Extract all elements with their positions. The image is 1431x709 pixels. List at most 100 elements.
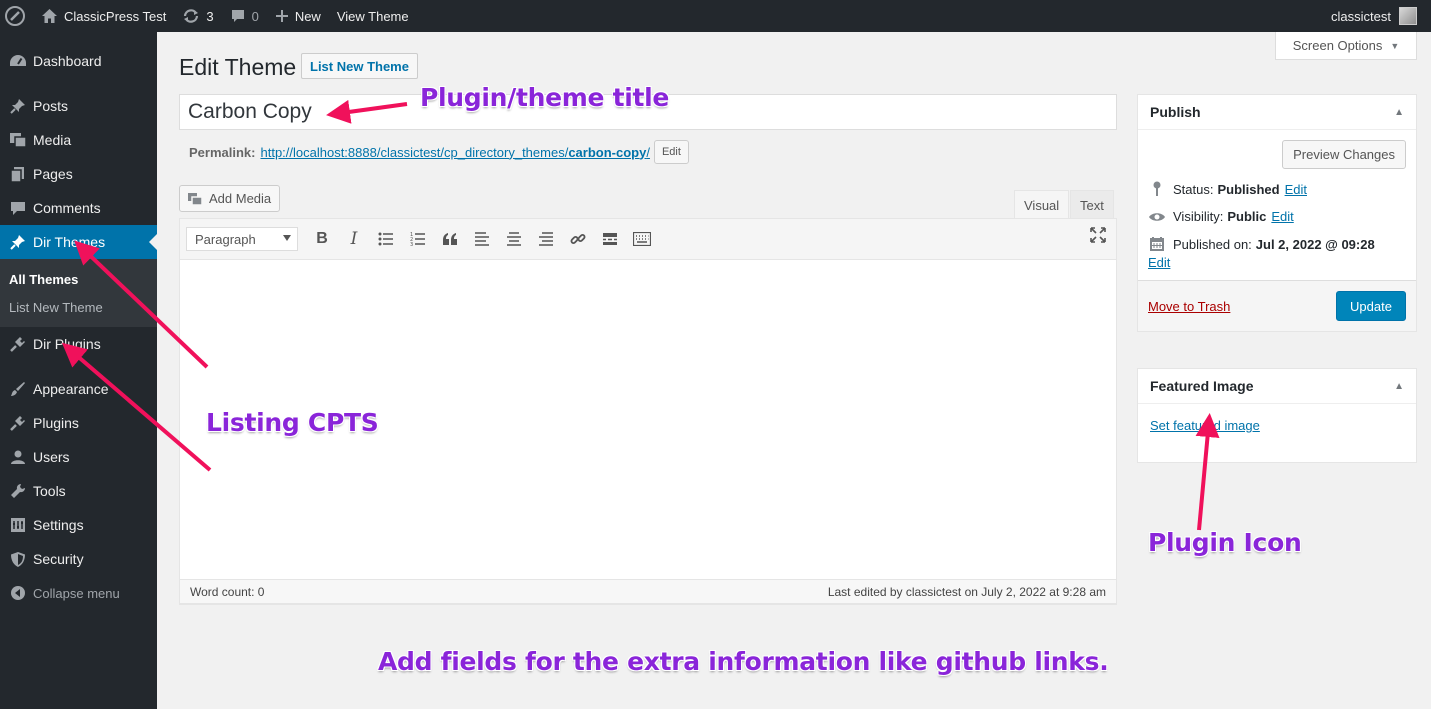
link-icon (570, 234, 586, 244)
settings-icon (8, 515, 28, 535)
view-theme-link[interactable]: View Theme (329, 0, 417, 32)
collapse-toggle-icon[interactable]: ▲ (1394, 381, 1404, 392)
align-right-icon (539, 232, 553, 246)
user-account-link[interactable]: classictest (1323, 0, 1425, 32)
pin-icon (8, 96, 28, 116)
last-edited: Last edited by classictest on July 2, 20… (827, 584, 1106, 599)
comment-bubble-icon (230, 8, 246, 24)
site-name-link[interactable]: ClassicPress Test (33, 0, 174, 32)
edit-visibility-link[interactable]: Edit (1271, 209, 1293, 224)
sidebar-item-comments[interactable]: Comments (0, 191, 157, 225)
screen-options-button[interactable]: Screen Options ▼ (1275, 32, 1417, 60)
align-left-icon (475, 232, 489, 246)
italic-button[interactable]: I (338, 225, 370, 253)
updates-icon (182, 8, 200, 24)
word-count: Word count: 0 (190, 584, 265, 599)
sidebar-item-tools[interactable]: Tools (0, 474, 157, 508)
insert-link-button[interactable] (562, 225, 594, 253)
keyboard-icon (633, 232, 651, 246)
sidebar-item-appearance[interactable]: Appearance (0, 372, 157, 406)
sidebar-item-settings[interactable]: Settings (0, 508, 157, 542)
set-featured-image-link[interactable]: Set featured image (1150, 418, 1260, 433)
read-more-button[interactable] (594, 225, 626, 253)
tab-visual[interactable]: Visual (1014, 190, 1070, 219)
submenu-all-themes[interactable]: All Themes (0, 265, 157, 293)
annotation-cpts-note: Listing CPTS (206, 408, 379, 437)
fullscreen-icon (1090, 227, 1106, 243)
collapse-arrow-icon (8, 583, 28, 603)
plus-icon (275, 9, 289, 23)
align-left-button[interactable] (466, 225, 498, 253)
read-more-icon (603, 233, 617, 245)
sidebar-item-dir-themes[interactable]: Dir Themes (0, 225, 157, 259)
numbered-list-button[interactable]: 123 (402, 225, 434, 253)
edit-status-link[interactable]: Edit (1285, 182, 1307, 197)
distraction-free-button[interactable] (1090, 227, 1106, 246)
major-publishing-actions: Move to Trash Update (1138, 280, 1416, 331)
numbered-list-icon: 123 (410, 232, 425, 246)
list-new-theme-button[interactable]: List New Theme (301, 53, 418, 79)
sidebar-item-dashboard[interactable]: Dashboard (0, 44, 157, 78)
sidebar-item-users[interactable]: Users (0, 440, 157, 474)
permalink-label: Permalink: (189, 144, 256, 160)
dashboard-icon (8, 51, 28, 71)
dir-themes-submenu: All Themes List New Theme (0, 259, 157, 327)
featured-image-box: Featured Image ▲ Set featured image (1137, 368, 1417, 463)
bold-icon: B (316, 230, 328, 247)
publish-box: Publish ▲ Preview Changes Status: Publish… (1137, 94, 1417, 332)
eye-icon (1148, 211, 1166, 223)
submenu-list-new-theme[interactable]: List New Theme (0, 293, 157, 321)
media-icon (8, 130, 28, 150)
align-right-button[interactable] (530, 225, 562, 253)
sidebar-item-security[interactable]: Security (0, 542, 157, 576)
users-icon (8, 447, 28, 467)
editor-status-bar: Word count: 0 Last edited by classictest… (179, 579, 1117, 604)
comments-link[interactable]: 0 (222, 0, 267, 32)
shield-icon (8, 549, 28, 569)
permalink-link[interactable]: http://localhost:8888/classictest/cp_dir… (260, 145, 649, 160)
update-button[interactable]: Update (1336, 291, 1406, 321)
tab-text[interactable]: Text (1070, 190, 1114, 219)
collapse-menu-button[interactable]: Collapse menu (0, 576, 157, 610)
updates-link[interactable]: 3 (174, 0, 221, 32)
sidebar-item-media[interactable]: Media (0, 123, 157, 157)
appearance-icon (8, 379, 28, 399)
format-select[interactable]: Paragraph (186, 227, 298, 251)
move-to-trash-link[interactable]: Move to Trash (1148, 299, 1230, 314)
status-row: Status: Published Edit (1148, 181, 1406, 197)
sidebar-item-posts[interactable]: Posts (0, 89, 157, 123)
align-center-icon (507, 232, 521, 246)
edit-date-link[interactable]: Edit (1148, 255, 1170, 270)
new-content-link[interactable]: New (267, 0, 329, 32)
editor-toolbar: Paragraph B I 123 (180, 219, 1116, 260)
annotation-title-note: Plugin/theme title (420, 83, 670, 112)
bullet-list-icon (378, 232, 393, 246)
italic-icon: I (350, 229, 358, 249)
bold-button[interactable]: B (306, 225, 338, 253)
visibility-row: Visibility: Public Edit (1148, 209, 1406, 224)
pin-icon (8, 232, 28, 252)
main-content: Screen Options ▼ Edit Theme List New The… (157, 32, 1431, 709)
classicpress-logo[interactable] (0, 0, 33, 32)
caret-down-icon: ▼ (1390, 40, 1400, 51)
add-media-button[interactable]: Add Media (179, 185, 281, 212)
pin-status-icon (1148, 181, 1166, 197)
annotation-icon-note: Plugin Icon (1148, 528, 1302, 557)
edit-permalink-button[interactable]: Edit (653, 140, 689, 164)
tools-icon (8, 481, 28, 501)
toolbar-toggle-button[interactable] (626, 225, 658, 253)
align-center-button[interactable] (498, 225, 530, 253)
sidebar-item-plugins[interactable]: Plugins (0, 406, 157, 440)
home-icon (41, 8, 58, 24)
publish-box-header[interactable]: Publish ▲ (1138, 95, 1416, 130)
svg-text:3: 3 (410, 242, 413, 246)
page-title: Edit Theme (179, 54, 297, 80)
featured-image-header[interactable]: Featured Image ▲ (1138, 369, 1416, 404)
bullet-list-button[interactable] (370, 225, 402, 253)
plugin-icon (8, 334, 28, 354)
blockquote-button[interactable] (434, 225, 466, 253)
preview-changes-button[interactable]: Preview Changes (1282, 140, 1406, 169)
sidebar-item-dir-plugins[interactable]: Dir Plugins (0, 327, 157, 361)
sidebar-item-pages[interactable]: Pages (0, 157, 157, 191)
collapse-toggle-icon[interactable]: ▲ (1394, 107, 1404, 118)
